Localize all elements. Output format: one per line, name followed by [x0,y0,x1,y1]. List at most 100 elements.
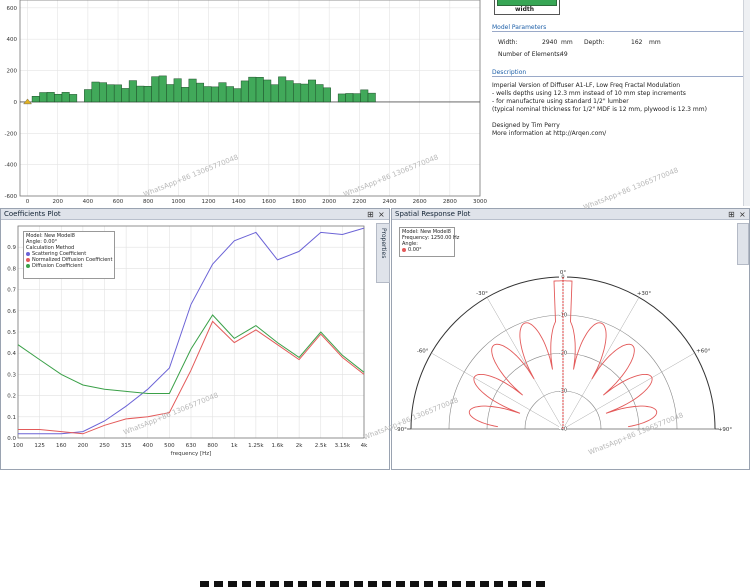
y-tick-label: -200 [5,131,18,137]
legend-dot-scattering [26,251,30,256]
spatial-plot-panel: Spatial Response Plot ⊞ × -90° -60° -30° 0°… [391,208,750,470]
elements-label: Number of Elements: [498,51,562,58]
x-tick-label: 2400 [383,199,397,205]
well-bar [233,88,242,103]
coefficients-plot-panel: Coefficients Plot ⊞ × 0.9 0.8 0.7 0.6 0.5 0.4… [0,208,390,470]
well-bar [99,82,107,103]
description-line: Imperial Version of Diffuser A1-LF, Low … [492,82,681,89]
legend-series-diffusion: Diffusion Coefficient [32,263,83,269]
well-bar [315,84,324,103]
spatial-legend-dot [402,247,406,252]
x-tick-label: 630 [186,443,197,449]
depth-unit: mm [649,39,661,46]
depth-value: 162 [631,39,643,46]
spatial-legend: Model: New Model8 Frequency: 1250.00 Hz … [399,227,459,257]
spatial-series-name: 0.00° [408,247,422,253]
coefficients-legend: Model: New Model8 Angle: 0.00° Calculati… [23,231,115,279]
spatial-titlebar: Spatial Response Plot ⊞ × [392,209,749,220]
x-tick-label: 1800 [292,199,306,205]
well-bar [285,80,294,103]
angle-label: +30° [637,291,652,297]
well-bar [263,79,272,103]
y-tick-label: 0 [14,100,18,106]
model-parameters-title: Model Parameters [492,24,746,32]
width-label: width [515,6,535,13]
x-tick-label: 1200 [202,199,216,205]
pin-icon[interactable]: ⊞ [728,209,735,220]
well-bar [46,92,55,103]
x-tick-label: 1400 [232,199,246,205]
well-bar [166,84,175,103]
well-bar [308,79,317,103]
cropped-heading-fragment [200,578,545,587]
close-icon[interactable]: × [378,209,385,220]
well-bar [278,76,287,103]
spatial-freq-value: 1250.00 Hz [430,235,460,241]
description-line: Designed by Tim Perry [492,122,560,129]
x-tick-label: 800 [143,199,154,205]
well-bar [337,93,346,103]
x-tick-label: 1000 [171,199,185,205]
x-tick-label: 400 [143,443,154,449]
y-tick-label: 0.4 [7,351,16,357]
angle-label: -30° [476,291,488,297]
y-tick-label: 400 [7,37,18,43]
well-bar [203,86,212,103]
profile-plot: 6004002000-200-400-6000 200 400 600 800 1000 1… [5,0,487,205]
well-bar [188,78,197,103]
x-tick-label: 2k [296,443,303,449]
well-bar [360,89,369,103]
y-tick-label: 0.9 [7,245,16,251]
description-line: - for manufacture using standard 1/2" lu… [492,98,629,105]
well-bar [270,84,279,103]
description-line: More information at http://Arqen.com/ [492,130,607,137]
well-bar [106,84,115,103]
pin-icon[interactable]: ⊞ [367,209,374,220]
y-tick-label: 200 [7,69,18,75]
well-bar [84,89,93,103]
well-bar [218,82,227,103]
y-tick-label: 0.0 [7,436,16,442]
width-diagram: width [494,0,560,15]
well-bar [352,93,361,103]
spatial-title: Spatial Response Plot [395,210,471,218]
well-bar [61,92,70,103]
polar-spoke [431,352,564,430]
well-bar [143,85,152,103]
x-tick-label: 1k [231,443,238,449]
well-bar [173,78,182,103]
panel-scrollbar[interactable] [743,0,750,206]
well-bar [210,86,219,103]
y-tick-label: -600 [5,194,18,200]
angle-label: -60° [417,349,429,355]
x-tick-label: 2000 [322,199,336,205]
x-tick-label: 125 [34,443,45,449]
properties-tab-label: Properties [380,228,387,259]
well-bar [31,96,40,103]
close-icon[interactable]: × [739,209,746,220]
x-tick-label: 250 [99,443,110,449]
y-tick-label: 0.5 [7,330,16,336]
x-tick-label: 200 [52,199,63,205]
well-bar [293,83,302,103]
spatial-properties-tab[interactable] [737,223,749,265]
well-bar [54,93,63,103]
well-bar [113,84,122,103]
well-bar [69,94,78,103]
width-value: 2940 [542,39,558,46]
x-tick-label: 2200 [352,199,366,205]
x-tick-label: 200 [78,443,89,449]
x-tick-label: 315 [121,443,132,449]
x-tick-label: 100 [13,443,24,449]
profile-plot-panel: 600 400 200 0 -200 -400 -600 0 200 400 600 800 1000 1… [0,0,487,206]
coefficients-titlebar: Coefficients Plot ⊞ × [1,209,389,220]
well-bar [39,92,48,103]
x-tick-label: 500 [164,443,175,449]
origin-marker [23,98,32,105]
angle-label: +60° [696,349,711,355]
well-bar [225,86,234,103]
well-bar [181,87,190,103]
description-text: Imperial Version of Diffuser A1-LF, Low … [492,82,707,138]
properties-tab[interactable]: Properties [376,223,390,283]
x-tick-label: 2.5k [315,443,328,449]
